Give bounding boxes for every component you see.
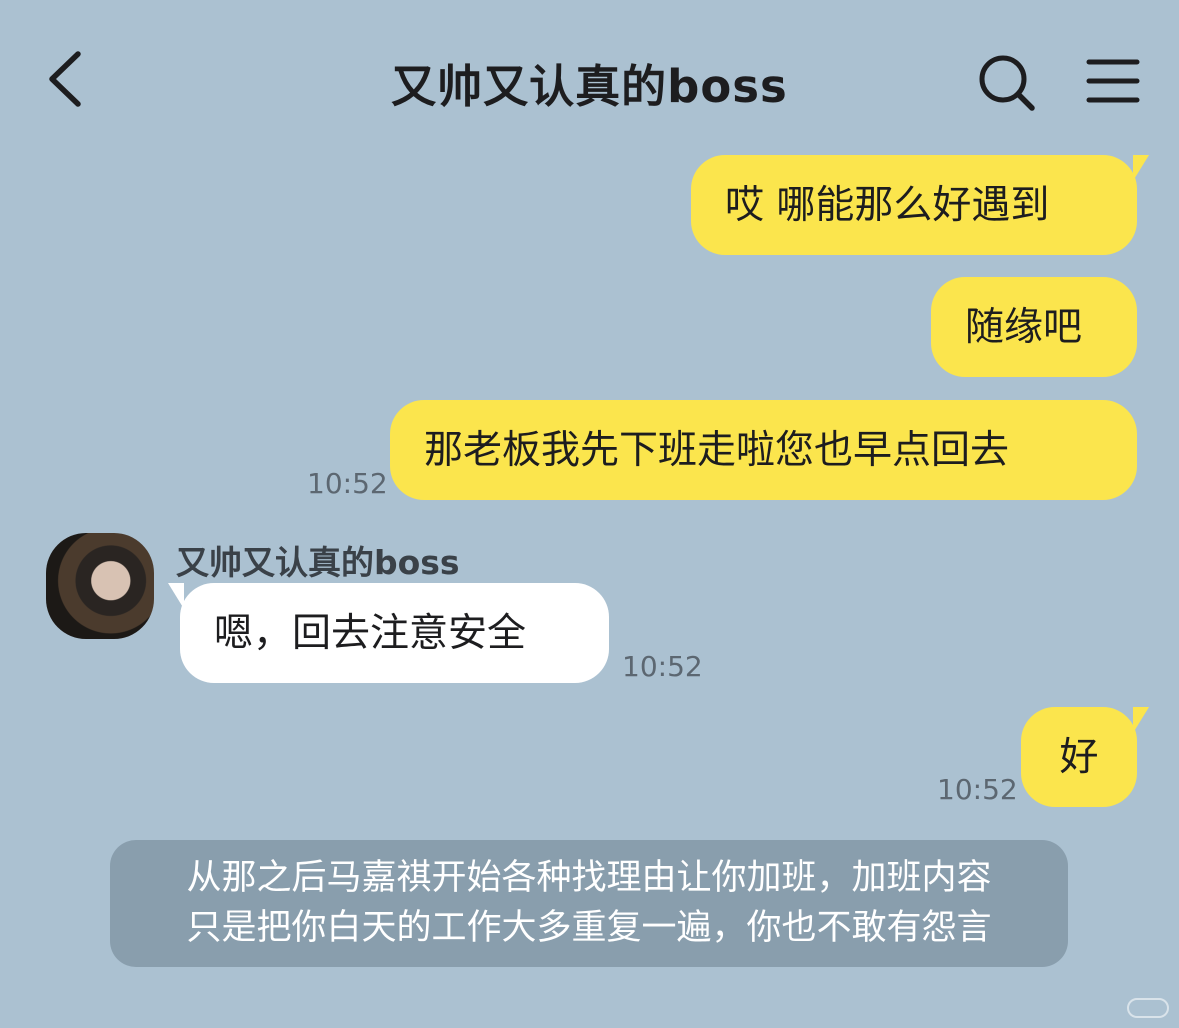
chat-header: 又帅又认真的boss (0, 0, 1179, 150)
message-timestamp: 10:52 (622, 650, 703, 683)
my-message-bubble[interactable]: 那老板我先下班走啦您也早点回去 (390, 400, 1137, 500)
watermark-icon (1127, 998, 1169, 1018)
menu-button[interactable] (1083, 52, 1143, 112)
my-message-bubble[interactable]: 好 (1021, 707, 1149, 807)
bubble-tail (1133, 707, 1149, 733)
search-button[interactable] (972, 48, 1042, 118)
sender-name: 又帅又认真的boss (176, 543, 460, 582)
my-message-bubble[interactable]: 哎 哪能那么好遇到 (691, 155, 1149, 255)
search-icon (979, 55, 1035, 111)
message-text: 好 (1059, 734, 1099, 780)
their-message-bubble[interactable]: 嗯，回去注意安全 (168, 583, 609, 683)
hamburger-menu-icon (1086, 59, 1140, 103)
bubble-tail (168, 583, 184, 609)
my-message-bubble[interactable]: 随缘吧 (931, 277, 1137, 377)
bubble-tail (1133, 155, 1149, 181)
narration-line: 只是把你白天的工作大多重复一遍，你也不敢有怨言 (186, 908, 992, 948)
contact-avatar[interactable] (46, 533, 154, 639)
message-timestamp: 10:52 (307, 467, 388, 500)
narration-line: 从那之后马嘉祺开始各种找理由让你加班，加班内容 (186, 858, 992, 898)
narration-card: 从那之后马嘉祺开始各种找理由让你加班，加班内容 只是把你白天的工作大多重复一遍，… (110, 840, 1068, 967)
message-timestamp: 10:52 (937, 773, 1018, 806)
message-text: 哎 哪能那么好遇到 (725, 182, 1050, 228)
message-text: 嗯，回去注意安全 (214, 610, 527, 656)
message-text: 那老板我先下班走啦您也早点回去 (424, 427, 1010, 473)
message-text: 随缘吧 (965, 304, 1083, 350)
